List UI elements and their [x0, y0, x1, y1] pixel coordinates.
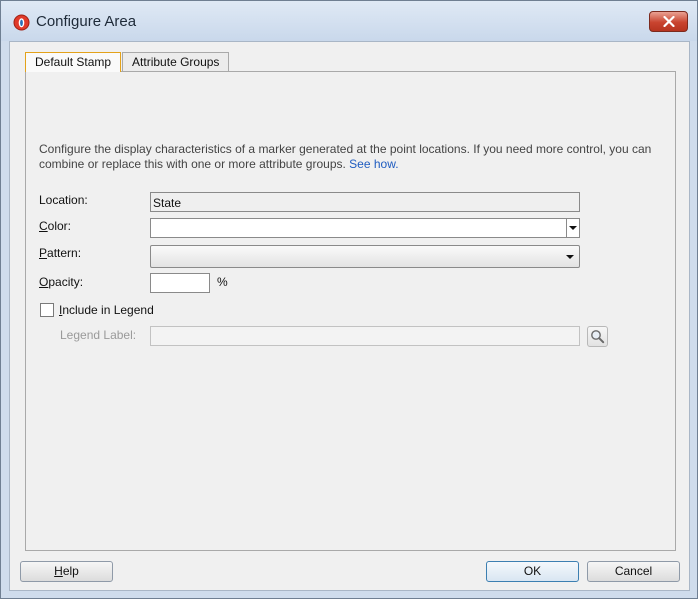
opacity-unit: %: [217, 275, 228, 289]
description-text: Configure the display characteristics of…: [39, 142, 659, 172]
opacity-input[interactable]: [150, 273, 210, 293]
opacity-label: Opacity:: [39, 275, 83, 289]
color-dropdown-button[interactable]: [566, 219, 579, 237]
pattern-select[interactable]: [150, 245, 580, 268]
location-field[interactable]: State: [150, 192, 580, 212]
tab-attribute-groups[interactable]: Attribute Groups: [122, 52, 230, 72]
window-title: Configure Area: [36, 13, 137, 30]
color-label: Color:: [39, 219, 71, 233]
see-how-link[interactable]: See how.: [349, 157, 398, 171]
pattern-label: Pattern:: [39, 246, 81, 260]
search-icon: [591, 330, 605, 344]
tab-panel: Configure the display characteristics of…: [25, 71, 676, 551]
ok-button[interactable]: OK: [486, 561, 579, 582]
location-value: State: [153, 196, 182, 210]
close-icon: [662, 16, 675, 27]
color-label-text: olor:: [47, 219, 72, 233]
help-label: elp: [62, 564, 79, 578]
legend-label-label: Legend Label:: [60, 328, 136, 342]
oracle-logo-icon: [13, 14, 30, 31]
tab-default-stamp[interactable]: Default Stamp: [25, 52, 122, 72]
legend-label-text: end Label:: [80, 328, 137, 342]
dialog-content: Default Stamp Attribute Groups Configure…: [9, 41, 690, 591]
tab-strip: Default Stamp Attribute Groups: [25, 52, 230, 72]
cancel-button[interactable]: Cancel: [587, 561, 680, 582]
pattern-mnemonic: P: [39, 246, 48, 260]
legend-label-input[interactable]: [150, 326, 580, 346]
help-mnemonic: H: [54, 564, 63, 578]
opacity-label-text: pacity:: [48, 275, 84, 289]
include-in-legend-label[interactable]: Include in Legend: [59, 303, 154, 317]
help-button[interactable]: Help: [20, 561, 113, 582]
chevron-down-icon: [569, 226, 577, 230]
location-label: Location:: [39, 193, 88, 207]
dialog-window: Configure Area Default Stamp Attribute G…: [0, 0, 698, 599]
title-bar[interactable]: Configure Area: [1, 1, 697, 41]
opacity-mnemonic: O: [39, 275, 49, 289]
pattern-label-text: attern:: [47, 246, 82, 260]
chevron-down-icon: [566, 255, 574, 259]
include-in-legend-text: nclude in Legend: [62, 303, 154, 317]
legend-label-pre: Le: [60, 328, 74, 342]
color-mnemonic: C: [39, 219, 48, 233]
color-combo[interactable]: [150, 218, 580, 238]
legend-label-search-button[interactable]: [587, 326, 608, 347]
close-button[interactable]: [649, 11, 688, 32]
include-in-legend-checkbox[interactable]: [40, 303, 54, 317]
description-body: Configure the display characteristics of…: [39, 142, 652, 171]
